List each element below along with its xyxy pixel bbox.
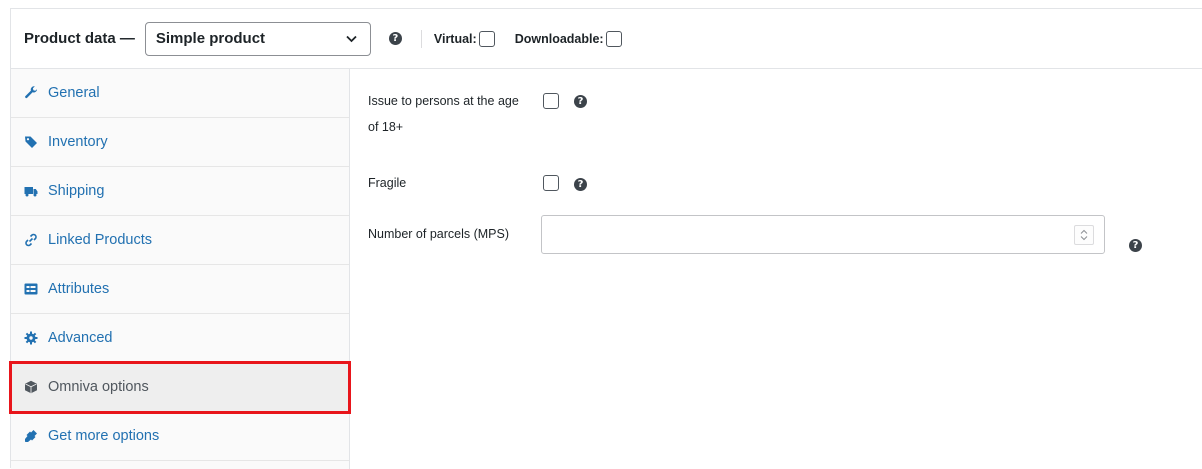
virtual-label: Virtual: — [433, 31, 477, 46]
product-data-title: Product data — — [24, 30, 135, 47]
age-restriction-field: Issue to persons at the age of 18+ ? — [368, 89, 668, 149]
product-data-header: Product data — Simple product ? Virtual:… — [11, 9, 1202, 69]
fragile-field: Fragile ? — [368, 171, 668, 201]
tab-label: Inventory — [48, 134, 108, 150]
tab-get-more-options[interactable]: Get more options — [11, 412, 349, 461]
parcels-help-icon[interactable]: ? — [1129, 239, 1142, 252]
downloadable-option[interactable]: Downloadable: — [514, 30, 622, 47]
tab-label: Omniva options — [48, 379, 149, 395]
box-icon — [25, 380, 37, 394]
tab-omniva-options[interactable]: Omniva options — [9, 361, 351, 414]
tab-attributes[interactable]: Attributes — [11, 265, 349, 314]
age-restriction-help-icon[interactable]: ? — [574, 95, 587, 108]
parcels-number-input[interactable] — [541, 215, 1105, 254]
tab-general[interactable]: General — [11, 69, 349, 118]
parcels-label: Number of parcels (MPS) — [368, 227, 510, 241]
age-restriction-checkbox[interactable] — [543, 93, 559, 109]
chevron-down-icon — [346, 35, 357, 43]
tab-advanced[interactable]: Advanced — [11, 314, 349, 363]
truck-icon — [24, 187, 38, 197]
fragile-help-icon[interactable]: ? — [574, 178, 587, 191]
tag-icon — [25, 136, 37, 148]
age-restriction-label-line1: Issue to persons at the age — [368, 94, 519, 108]
fragile-label: Fragile — [368, 176, 407, 190]
tab-label: Linked Products — [48, 232, 152, 248]
virtual-checkbox[interactable] — [478, 30, 495, 47]
parcels-spinner[interactable] — [1074, 225, 1094, 245]
omniva-options-panel: Issue to persons at the age of 18+ ? Fra… — [351, 69, 1202, 469]
product-data-panel: Product data — Simple product ? Virtual:… — [9, 8, 1202, 469]
product-type-help-icon[interactable]: ? — [388, 32, 402, 45]
tab-linked-products[interactable]: Linked Products — [11, 216, 349, 265]
age-restriction-label-line2: of 18+ — [368, 120, 404, 134]
product-type-select[interactable]: Simple product — [144, 21, 371, 56]
tab-label: General — [48, 85, 100, 101]
gear-icon — [24, 331, 38, 345]
downloadable-label: Downloadable: — [514, 31, 604, 46]
tab-label: Shipping — [48, 183, 105, 199]
product-type-value: Simple product — [155, 30, 266, 47]
tab-shipping[interactable]: Shipping — [11, 167, 349, 216]
downloadable-checkbox[interactable] — [605, 30, 622, 47]
product-data-tabs: General Inventory Shipping Linked Produc… — [9, 69, 351, 469]
tab-inventory[interactable]: Inventory — [11, 118, 349, 167]
plugin-icon — [25, 430, 37, 442]
tab-label: Get more options — [48, 428, 160, 444]
header-divider — [420, 29, 422, 48]
fragile-checkbox[interactable] — [543, 175, 559, 191]
tab-label: Attributes — [48, 281, 110, 297]
attributes-icon — [24, 283, 38, 295]
spinner-arrows-icon — [1080, 229, 1088, 241]
wrench-icon — [25, 86, 37, 99]
tab-label: Advanced — [48, 330, 113, 346]
virtual-option[interactable]: Virtual: — [433, 30, 495, 47]
link-icon — [25, 233, 37, 247]
